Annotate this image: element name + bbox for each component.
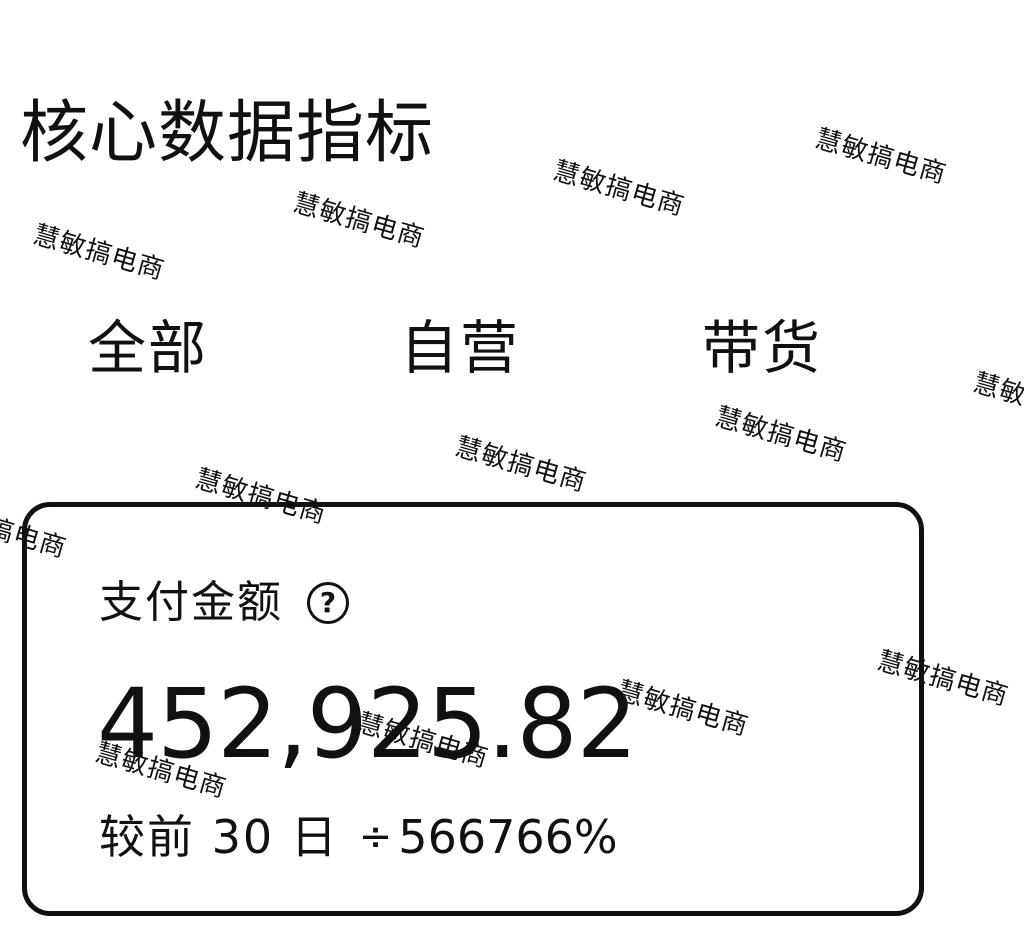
compare-row: 较前 30 日 ÷ 566766% <box>99 807 618 867</box>
watermark-text: 慧敏搞电商 <box>549 156 688 223</box>
page-title: 核心数据指标 <box>20 94 435 173</box>
compare-value: 566766% <box>398 810 618 864</box>
compare-label: 较前 30 日 <box>99 810 339 864</box>
watermark-text: 慧敏搞电商 <box>29 220 168 287</box>
metric-label: 支付金额 <box>99 577 283 628</box>
watermark-text: 慧敏搞电商 <box>451 432 590 499</box>
watermark-text: 慧敏搞电商 <box>289 188 428 255</box>
watermark-text: 慧敏搞电商 <box>811 124 950 191</box>
tab-bar: 全部 自营 带货 <box>0 310 1024 390</box>
metric-label-row: 支付金额 ? <box>99 573 349 633</box>
tab-self-operated[interactable]: 自营 <box>400 310 520 386</box>
metric-value: 452,925.82 <box>97 668 638 780</box>
tab-all[interactable]: 全部 <box>88 310 208 386</box>
trend-arrow-icon: ÷ <box>358 814 393 860</box>
tab-affiliate[interactable]: 带货 <box>702 310 822 386</box>
question-circle-icon[interactable]: ? <box>307 582 349 624</box>
metric-card-payment-amount[interactable]: 支付金额 ? 452,925.82 较前 30 日 ÷ 566766% <box>22 502 924 916</box>
watermark-text: 慧敏搞电商 <box>711 402 850 469</box>
